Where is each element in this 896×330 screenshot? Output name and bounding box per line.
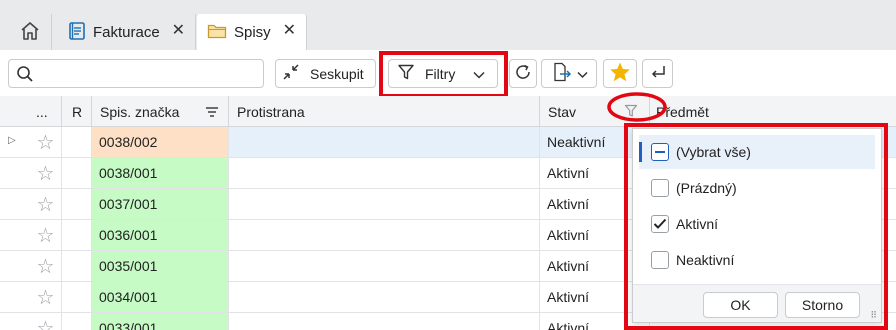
favorite-star-icon[interactable]: ☆ — [30, 313, 62, 330]
cell-r — [62, 282, 92, 312]
cell-spis: 0034/001 — [92, 282, 229, 312]
favorite-star-icon[interactable]: ☆ — [30, 127, 62, 157]
column-protistrana[interactable]: Protistrana — [229, 96, 540, 127]
search-icon — [16, 65, 34, 86]
column-more[interactable]: ... — [30, 96, 62, 127]
group-label: Seskupit — [310, 65, 364, 82]
star-icon — [609, 61, 631, 86]
close-icon[interactable]: ✕ — [172, 22, 185, 40]
cell-spis: 0036/001 — [92, 220, 229, 250]
export-file-icon — [552, 62, 574, 85]
chevron-down-icon — [577, 66, 588, 82]
column-label: Spis. značka — [100, 103, 180, 120]
cell-spis: 0035/001 — [92, 251, 229, 281]
tab-label: Fakturace — [93, 23, 160, 41]
cell-r — [62, 127, 92, 157]
cell-r — [62, 251, 92, 281]
cell-r — [62, 220, 92, 250]
cell-protistrana — [229, 251, 540, 281]
tab-home[interactable] — [8, 14, 52, 50]
favorite-star-icon[interactable]: ☆ — [30, 282, 62, 312]
cell-protistrana — [229, 282, 540, 312]
cell-protistrana — [229, 127, 540, 157]
tab-label: Spisy — [234, 23, 271, 41]
cell-r — [62, 189, 92, 219]
cell-spis: 0033/001 — [92, 313, 229, 330]
cell-protistrana — [229, 220, 540, 250]
row-pointer-icon: ▷ — [8, 135, 16, 146]
tab-spisy[interactable]: Spisy ✕ — [197, 14, 307, 50]
cell-protistrana — [229, 158, 540, 188]
export-button[interactable] — [541, 59, 597, 88]
highlight-frame — [624, 123, 888, 330]
favorite-star-icon[interactable]: ☆ — [30, 251, 62, 281]
search-box[interactable] — [8, 59, 264, 88]
cell-r — [62, 158, 92, 188]
home-icon — [19, 20, 41, 45]
column-spis[interactable]: Spis. značka — [92, 96, 229, 127]
cell-protistrana — [229, 189, 540, 219]
refresh-button[interactable] — [509, 59, 537, 88]
document-icon — [68, 21, 86, 44]
close-icon[interactable]: ✕ — [283, 22, 296, 40]
return-arrow-icon — [649, 63, 667, 84]
favorite-star-icon[interactable]: ☆ — [30, 189, 62, 219]
favorite-star-icon[interactable]: ☆ — [30, 158, 62, 188]
tab-fakturace[interactable]: Fakturace ✕ — [58, 14, 196, 50]
highlight-frame — [379, 51, 508, 98]
toolbar: Seskupit Filtry — [0, 50, 896, 98]
cell-protistrana — [229, 313, 540, 330]
folder-icon — [207, 22, 227, 43]
cell-spis: 0037/001 — [92, 189, 229, 219]
collapse-arrows-icon — [282, 63, 300, 84]
column-filter-icon[interactable] — [624, 104, 638, 121]
enter-button[interactable] — [642, 59, 673, 88]
refresh-icon — [514, 63, 532, 84]
group-button[interactable]: Seskupit — [275, 59, 376, 88]
sort-icon[interactable] — [205, 105, 219, 121]
cell-spis: 0038/002 — [92, 127, 229, 157]
search-input[interactable] — [41, 64, 256, 84]
tab-bar: Fakturace ✕ Spisy ✕ — [0, 0, 896, 50]
cell-r — [62, 313, 92, 330]
favorite-button[interactable] — [603, 59, 637, 88]
column-label: Stav — [548, 103, 577, 120]
favorite-star-icon[interactable]: ☆ — [30, 220, 62, 250]
cell-spis: 0038/001 — [92, 158, 229, 188]
column-r[interactable]: R — [62, 96, 92, 127]
